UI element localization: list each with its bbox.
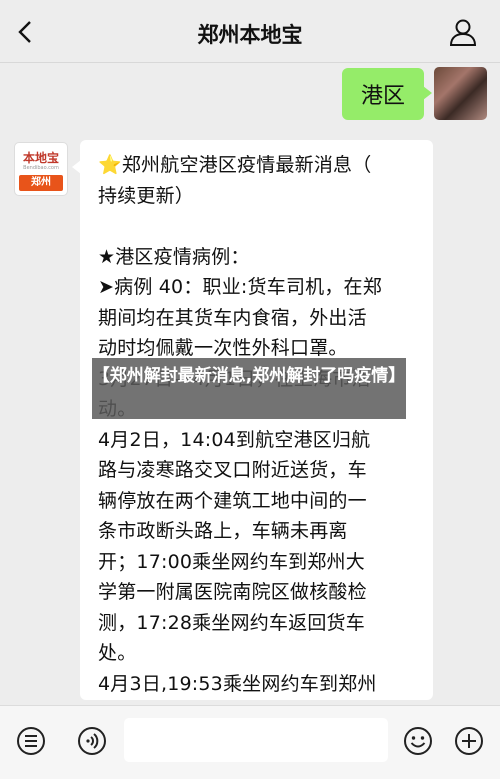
top-bar: 郑州本地宝 <box>0 0 500 63</box>
bot-logo-city: 郑州 <box>19 175 63 191</box>
input-bar <box>0 705 500 779</box>
bot-logo-name: 本地宝 <box>22 151 59 165</box>
incoming-message[interactable]: ⭐郑州航空港区疫情最新消息（ 持续更新） ★港区疫情病例： ➤病例 40：职业:… <box>80 140 433 700</box>
user-avatar[interactable] <box>434 67 487 120</box>
chat-title: 郑州本地宝 <box>197 23 303 47</box>
overlay-banner: 【郑州解封最新消息,郑州解封了吗疫情】 <box>92 358 406 419</box>
add-icon[interactable] <box>454 726 484 756</box>
banner-text: 【郑州解封最新消息,郑州解封了吗疫情】 <box>92 366 406 386</box>
voice-icon[interactable] <box>77 726 107 756</box>
emoji-icon[interactable] <box>403 726 433 756</box>
outgoing-message[interactable]: 港区 <box>342 68 432 120</box>
bot-logo-sub: Bendibao.com <box>23 165 59 171</box>
incoming-message-text: ⭐郑州航空港区疫情最新消息（ 持续更新） ★港区疫情病例： ➤病例 40：职业:… <box>98 154 382 695</box>
bot-avatar[interactable]: 本地宝 Bendibao.com 郑州 <box>14 142 68 196</box>
outgoing-message-text: 港区 <box>360 84 405 109</box>
menu-icon[interactable] <box>16 726 46 756</box>
profile-icon[interactable] <box>448 17 478 47</box>
message-input[interactable] <box>124 718 388 762</box>
